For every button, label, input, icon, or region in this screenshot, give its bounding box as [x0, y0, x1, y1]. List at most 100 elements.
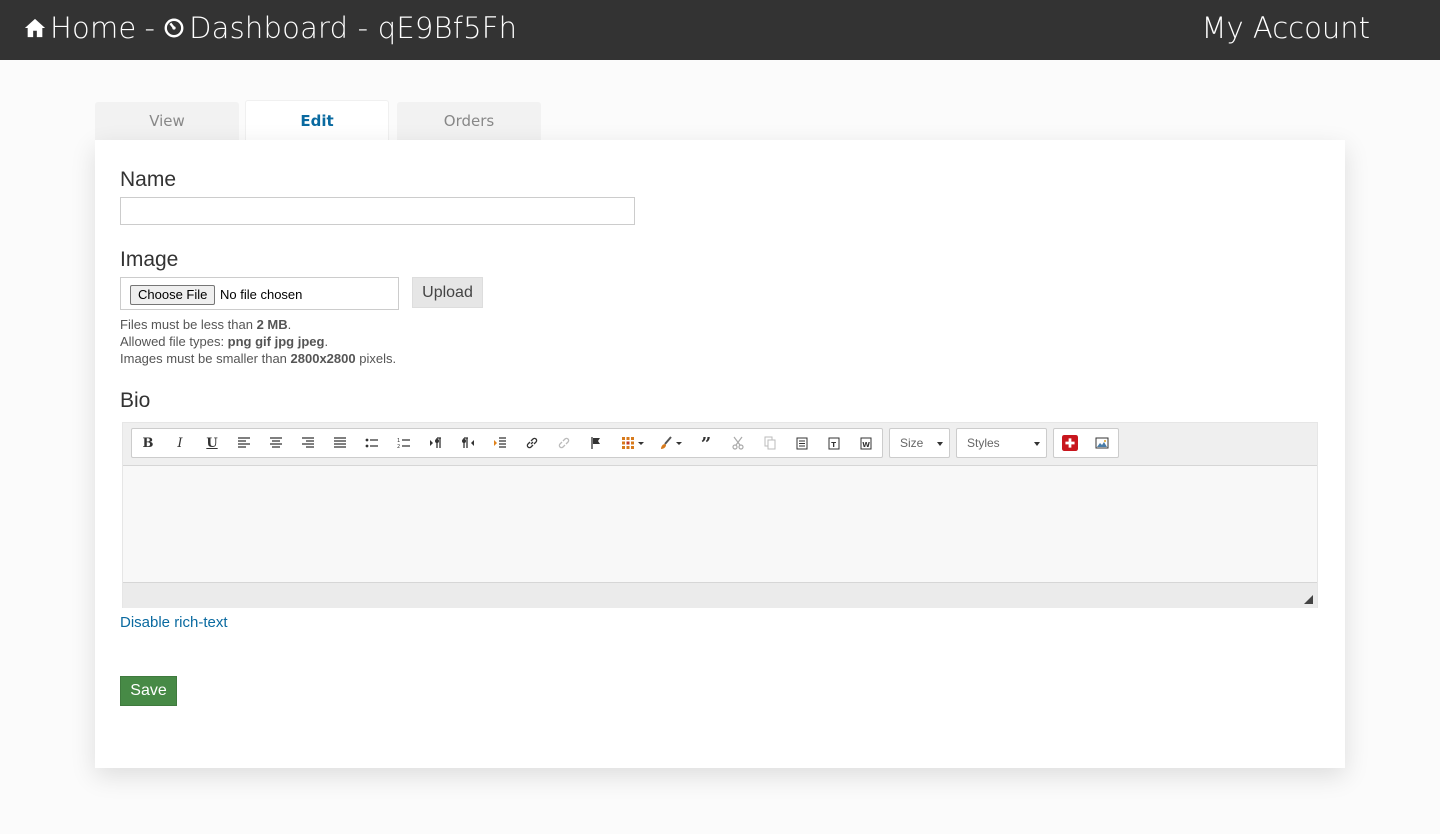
rtl-direction-icon — [462, 437, 474, 448]
resize-handle-icon[interactable] — [1304, 595, 1313, 604]
breadcrumb: Home - Dashboard - qE9Bf5Fh — [24, 11, 517, 45]
underline-button[interactable]: U — [196, 429, 228, 457]
align-center-icon — [270, 437, 282, 448]
media-button-group — [1053, 428, 1119, 458]
file-status-text: No file chosen — [220, 287, 303, 302]
chevron-down-icon — [637, 441, 644, 445]
disable-richtext-link[interactable]: Disable rich-text — [120, 614, 228, 631]
upload-help-text: Files must be less than 2 MB. Allowed fi… — [120, 316, 396, 367]
tab-orders[interactable]: Orders — [397, 102, 541, 140]
formatting-button-group: B I U 12 ” T W — [131, 428, 883, 458]
copy-button[interactable] — [754, 429, 786, 457]
help-dims-prefix: Images must be smaller than — [120, 351, 291, 366]
paste-text-button[interactable]: T — [818, 429, 850, 457]
bulleted-list-icon — [365, 438, 378, 448]
choose-file-button[interactable]: Choose File — [130, 285, 216, 305]
anchor-button[interactable] — [580, 429, 612, 457]
ltr-text-button[interactable] — [420, 429, 452, 457]
align-center-button[interactable] — [260, 429, 292, 457]
styles-select[interactable]: Styles — [956, 428, 1047, 458]
paintbrush-icon — [660, 436, 672, 449]
unlink-icon — [558, 437, 570, 449]
align-justify-button[interactable] — [324, 429, 356, 457]
font-size-select[interactable]: Size — [889, 428, 950, 458]
name-input[interactable] — [120, 197, 635, 225]
paste-word-icon: W — [860, 437, 872, 450]
unlink-button[interactable] — [548, 429, 580, 457]
insert-link-button[interactable] — [516, 429, 548, 457]
numbered-list-icon: 12 — [397, 438, 410, 450]
chevron-down-icon — [675, 441, 682, 445]
cut-button[interactable] — [722, 429, 754, 457]
underline-icon: U — [206, 435, 218, 451]
help-size-line: Files must be less than 2 MB. — [120, 316, 396, 333]
table-grid-icon — [621, 437, 634, 449]
scissors-icon — [732, 436, 744, 450]
upload-button[interactable]: Upload — [412, 277, 483, 308]
image-label: Image — [120, 248, 179, 271]
home-link[interactable]: Home — [50, 11, 136, 45]
tab-view[interactable]: View — [95, 102, 239, 140]
help-size-prefix: Files must be less than — [120, 317, 257, 332]
bulleted-list-button[interactable] — [356, 429, 388, 457]
top-navbar: Home - Dashboard - qE9Bf5Fh My Account — [0, 0, 1440, 60]
chevron-down-icon — [937, 442, 943, 446]
paste-word-button[interactable]: W — [850, 429, 882, 457]
paste-button[interactable] — [786, 429, 818, 457]
table-dropdown-button[interactable] — [614, 429, 650, 457]
text-color-dropdown-button[interactable] — [652, 429, 688, 457]
home-icon — [24, 18, 46, 38]
quote-icon: ” — [700, 434, 712, 455]
editor-toolbar: B I U 12 ” T W Size Styles — [123, 423, 1317, 466]
bio-label: Bio — [120, 389, 151, 412]
image-icon — [1095, 437, 1109, 449]
align-justify-icon — [334, 437, 346, 448]
align-left-icon — [238, 437, 250, 448]
editor-status-bar — [123, 582, 1317, 608]
insert-plugin-button[interactable] — [1054, 429, 1086, 457]
rtl-text-button[interactable] — [452, 429, 484, 457]
help-types-value: png gif jpg jpeg — [227, 334, 325, 349]
red-plus-icon — [1062, 435, 1078, 451]
help-size-suffix: . — [287, 317, 292, 332]
indent-icon — [494, 437, 506, 448]
save-button[interactable]: Save — [120, 676, 177, 706]
help-types-prefix: Allowed file types: — [120, 334, 228, 349]
align-right-button[interactable] — [292, 429, 324, 457]
bold-button[interactable]: B — [132, 429, 164, 457]
copy-icon — [764, 436, 776, 450]
dashboard-link[interactable]: Dashboard - qE9Bf5Fh — [189, 11, 517, 45]
svg-text:2: 2 — [397, 444, 400, 450]
paste-text-icon: T — [828, 437, 840, 450]
help-dims-value: 2800x2800 — [290, 351, 356, 366]
my-account-link[interactable]: My Account — [1202, 11, 1371, 45]
edit-form-card: Name Image Choose File No file chosen Up… — [95, 140, 1345, 768]
rich-text-editor: B I U 12 ” T W Size Styles — [122, 422, 1318, 608]
insert-image-button[interactable] — [1086, 429, 1118, 457]
align-right-icon — [302, 437, 314, 448]
file-input[interactable]: Choose File No file chosen — [120, 277, 399, 310]
svg-text:T: T — [831, 441, 836, 449]
numbered-list-button[interactable]: 12 — [388, 429, 420, 457]
chevron-down-icon — [1034, 442, 1040, 446]
align-left-button[interactable] — [228, 429, 260, 457]
help-types-suffix: . — [324, 334, 329, 349]
tab-edit[interactable]: Edit — [245, 100, 389, 142]
bio-editor-content[interactable] — [123, 466, 1317, 582]
breadcrumb-separator: - — [144, 11, 156, 45]
help-dims-line: Images must be smaller than 2800x2800 pi… — [120, 350, 396, 367]
dashboard-gauge-icon — [164, 18, 184, 38]
bold-icon: B — [142, 435, 154, 451]
link-icon — [526, 437, 538, 449]
font-size-select-label: Size — [900, 436, 924, 450]
indent-button[interactable] — [484, 429, 516, 457]
styles-select-label: Styles — [967, 436, 1000, 450]
italic-button[interactable]: I — [164, 429, 196, 457]
name-label: Name — [120, 168, 177, 191]
flag-anchor-icon — [591, 437, 600, 449]
ltr-direction-icon — [430, 437, 441, 448]
help-types-line: Allowed file types: png gif jpg jpeg. — [120, 333, 396, 350]
clipboard-icon — [796, 437, 808, 450]
help-size-value: 2 MB — [256, 317, 288, 332]
blockquote-button[interactable]: ” — [690, 429, 722, 457]
